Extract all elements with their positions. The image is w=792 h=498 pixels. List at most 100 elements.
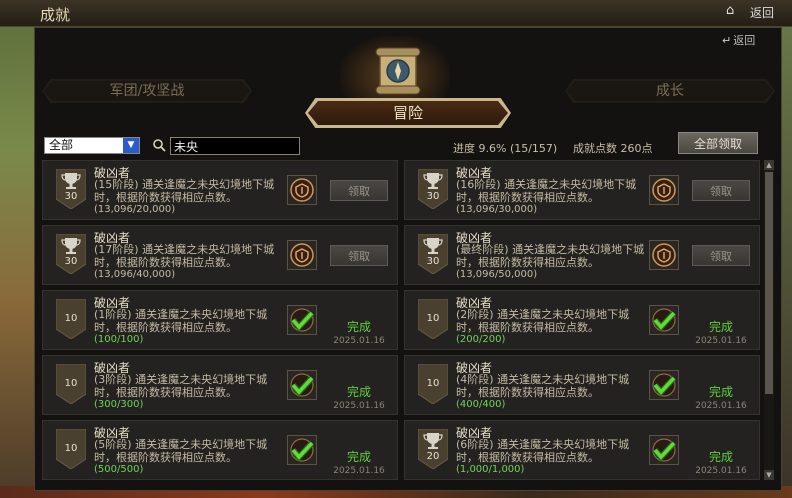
reward-emblem-icon [649,175,679,205]
achievement-progress: (500/500) [94,464,144,475]
achievement-points-summary: 成就点数 260点 [573,142,653,155]
achievement-stage: (5阶段) [94,438,132,451]
achievement-stage: (17阶段) [94,243,139,256]
progress-summary: 进度 9.6% (15/157) [453,142,558,155]
achievement-progress: (100/100) [94,334,144,345]
achievement-description: (15阶段) 通关逢魔之未央幻境地下城时，根据阶数获得相应点数。 [94,178,286,204]
achievement-card: 10 破凶者 (3阶段) 通关逢魔之未央幻境地下城时，根据阶数获得相应点数。 (300… [42,355,398,415]
scroll-up-icon[interactable]: ▲ [764,160,774,170]
tab-growth[interactable]: 成长 [565,79,775,103]
completion-date: 2025.01.16 [333,336,385,346]
achievement-stage: (最终阶段) [456,243,509,256]
achievement-card: 30 破凶者 (15阶段) 通关逢魔之未央幻境地下城时，根据阶数获得相应点数。 (13… [42,160,398,220]
trophy-badge-icon: 30 [418,169,448,209]
back-button[interactable]: 返回 [750,4,774,21]
points-value: 10 [426,313,440,324]
points-badge-icon: 10 [418,364,448,404]
achievement-description: (1阶段) 通关逢魔之未央幻境地下城时，根据阶数获得相应点数。 [94,308,286,334]
achievement-progress: (1,000/1,000) [456,464,525,475]
achievement-description: (17阶段) 通关逢魔之未央幻境地下城时，根据阶数获得相应点数。 [94,243,286,269]
search-icon [153,139,166,152]
completion-date: 2025.01.16 [333,401,385,411]
reward-emblem-icon [649,240,679,270]
window-title-bar: 成就 ⌂ 返回 [0,0,792,27]
claim-button[interactable]: 领取 [330,245,388,266]
achievement-stage: (1阶段) [94,308,132,321]
completion-date: 2025.01.16 [695,336,747,346]
points-badge-icon: 10 [56,364,86,404]
completed-check-medal-icon [649,370,679,400]
achievement-description: (16阶段) 通关逢魔之未央幻境地下城时，根据阶数获得相应点数。 [456,178,648,204]
achievement-progress: (13,096/30,000) [456,204,538,215]
reward-emblem-icon [287,240,317,270]
trophy-badge-icon: 30 [418,234,448,274]
achievement-progress: (200/200) [456,334,506,345]
claim-button[interactable]: 领取 [330,180,388,201]
completed-label: 完成 [708,385,733,399]
trophy-badge-icon: 30 [56,234,86,274]
achievement-progress: (13,096/50,000) [456,269,538,280]
completed-label: 完成 [708,450,733,464]
claim-button[interactable]: 领取 [692,180,750,201]
completed-check-medal-icon [649,305,679,335]
achievement-description: (6阶段) 通关逢魔之未央幻境地下城时，根据阶数获得相应点数。 [456,438,648,464]
reward-emblem-icon [287,175,317,205]
points-value: 10 [426,378,440,389]
tab-adventure[interactable]: 冒险 [305,98,511,128]
completed-check-medal-icon [287,370,317,400]
achievement-card: 10 破凶者 (2阶段) 通关逢魔之未央幻境地下城时，根据阶数获得相应点数。 (200… [404,290,760,350]
achievement-card: 10 破凶者 (4阶段) 通关逢魔之未央幻境地下城时，根据阶数获得相应点数。 (400… [404,355,760,415]
points-value: 30 [426,256,440,267]
achievement-progress: (13,096/20,000) [94,204,176,215]
achievement-progress: (13,096/40,000) [94,269,176,280]
back-small-button[interactable]: ↵ 返回 [722,32,755,48]
completed-check-medal-icon [287,435,317,465]
scroll-down-icon[interactable]: ▼ [764,470,774,480]
achievement-description: (最终阶段) 通关逢魔之未央幻境地下城时，根据阶数获得相应点数。 [456,243,648,269]
achievement-description: (5阶段) 通关逢魔之未央幻境地下城时，根据阶数获得相应点数。 [94,438,286,464]
trophy-badge-icon: 20 [418,429,448,469]
back-small-label: 返回 [733,34,756,47]
completion-date: 2025.01.16 [695,466,747,476]
achievement-progress: (300/300) [94,399,144,410]
claim-all-button[interactable]: 全部领取 [678,132,758,154]
tab-legion-siege-label: 军团/攻坚战 [109,83,185,99]
achievement-card: 20 破凶者 (6阶段) 通关逢魔之未央幻境地下城时，根据阶数获得相应点数。 (1,0… [404,420,760,480]
points-badge-icon: 10 [418,299,448,339]
tab-legion-siege[interactable]: 军团/攻坚战 [42,79,252,103]
points-badge-icon: 10 [56,429,86,469]
achievement-stage: (6阶段) [456,438,494,451]
tab-growth-label: 成长 [656,83,684,99]
points-value: 10 [64,443,78,454]
points-badge-icon: 10 [56,299,86,339]
points-value: 30 [426,191,440,202]
list-scrollbar[interactable]: ▲ ▼ [764,160,774,480]
home-icon[interactable]: ⌂ [726,3,734,18]
points-value: 30 [64,256,78,267]
window-title: 成就 [40,6,71,24]
achievement-card: 10 破凶者 (1阶段) 通关逢魔之未央幻境地下城时，根据阶数获得相应点数。 (100… [42,290,398,350]
achievement-description: (4阶段) 通关逢魔之未央幻境地下城时，根据阶数获得相应点数。 [456,373,648,399]
achievement-stage: (16阶段) [456,178,501,191]
completed-label: 完成 [346,320,371,334]
achievement-stage: (15阶段) [94,178,139,191]
category-select-value: 全部 [49,138,74,152]
points-value: 10 [64,313,78,324]
completion-date: 2025.01.16 [695,401,747,411]
chevron-down-icon[interactable]: ▼ [123,138,139,153]
category-select[interactable]: 全部 ▼ [44,137,140,154]
search-input[interactable] [170,137,300,155]
completed-label: 完成 [708,320,733,334]
achievement-description: (2阶段) 通关逢魔之未央幻境地下城时，根据阶数获得相应点数。 [456,308,648,334]
achievement-description: (3阶段) 通关逢魔之未央幻境地下城时，根据阶数获得相应点数。 [94,373,286,399]
achievement-list: 30 破凶者 (15阶段) 通关逢魔之未央幻境地下城时，根据阶数获得相应点数。 (13… [42,160,764,480]
background-scenery-left [0,0,36,498]
trophy-badge-icon: 30 [56,169,86,209]
points-value: 30 [64,191,78,202]
achievement-card: 30 破凶者 (16阶段) 通关逢魔之未央幻境地下城时，根据阶数获得相应点数。 (13… [404,160,760,220]
completed-check-medal-icon [649,435,679,465]
achievement-card: 10 破凶者 (5阶段) 通关逢魔之未央幻境地下城时，根据阶数获得相应点数。 (500… [42,420,398,480]
scroll-thumb[interactable] [765,172,773,394]
claim-button[interactable]: 领取 [692,245,750,266]
achievement-card: 30 破凶者 (最终阶段) 通关逢魔之未央幻境地下城时，根据阶数获得相应点数。 (13… [404,225,760,285]
